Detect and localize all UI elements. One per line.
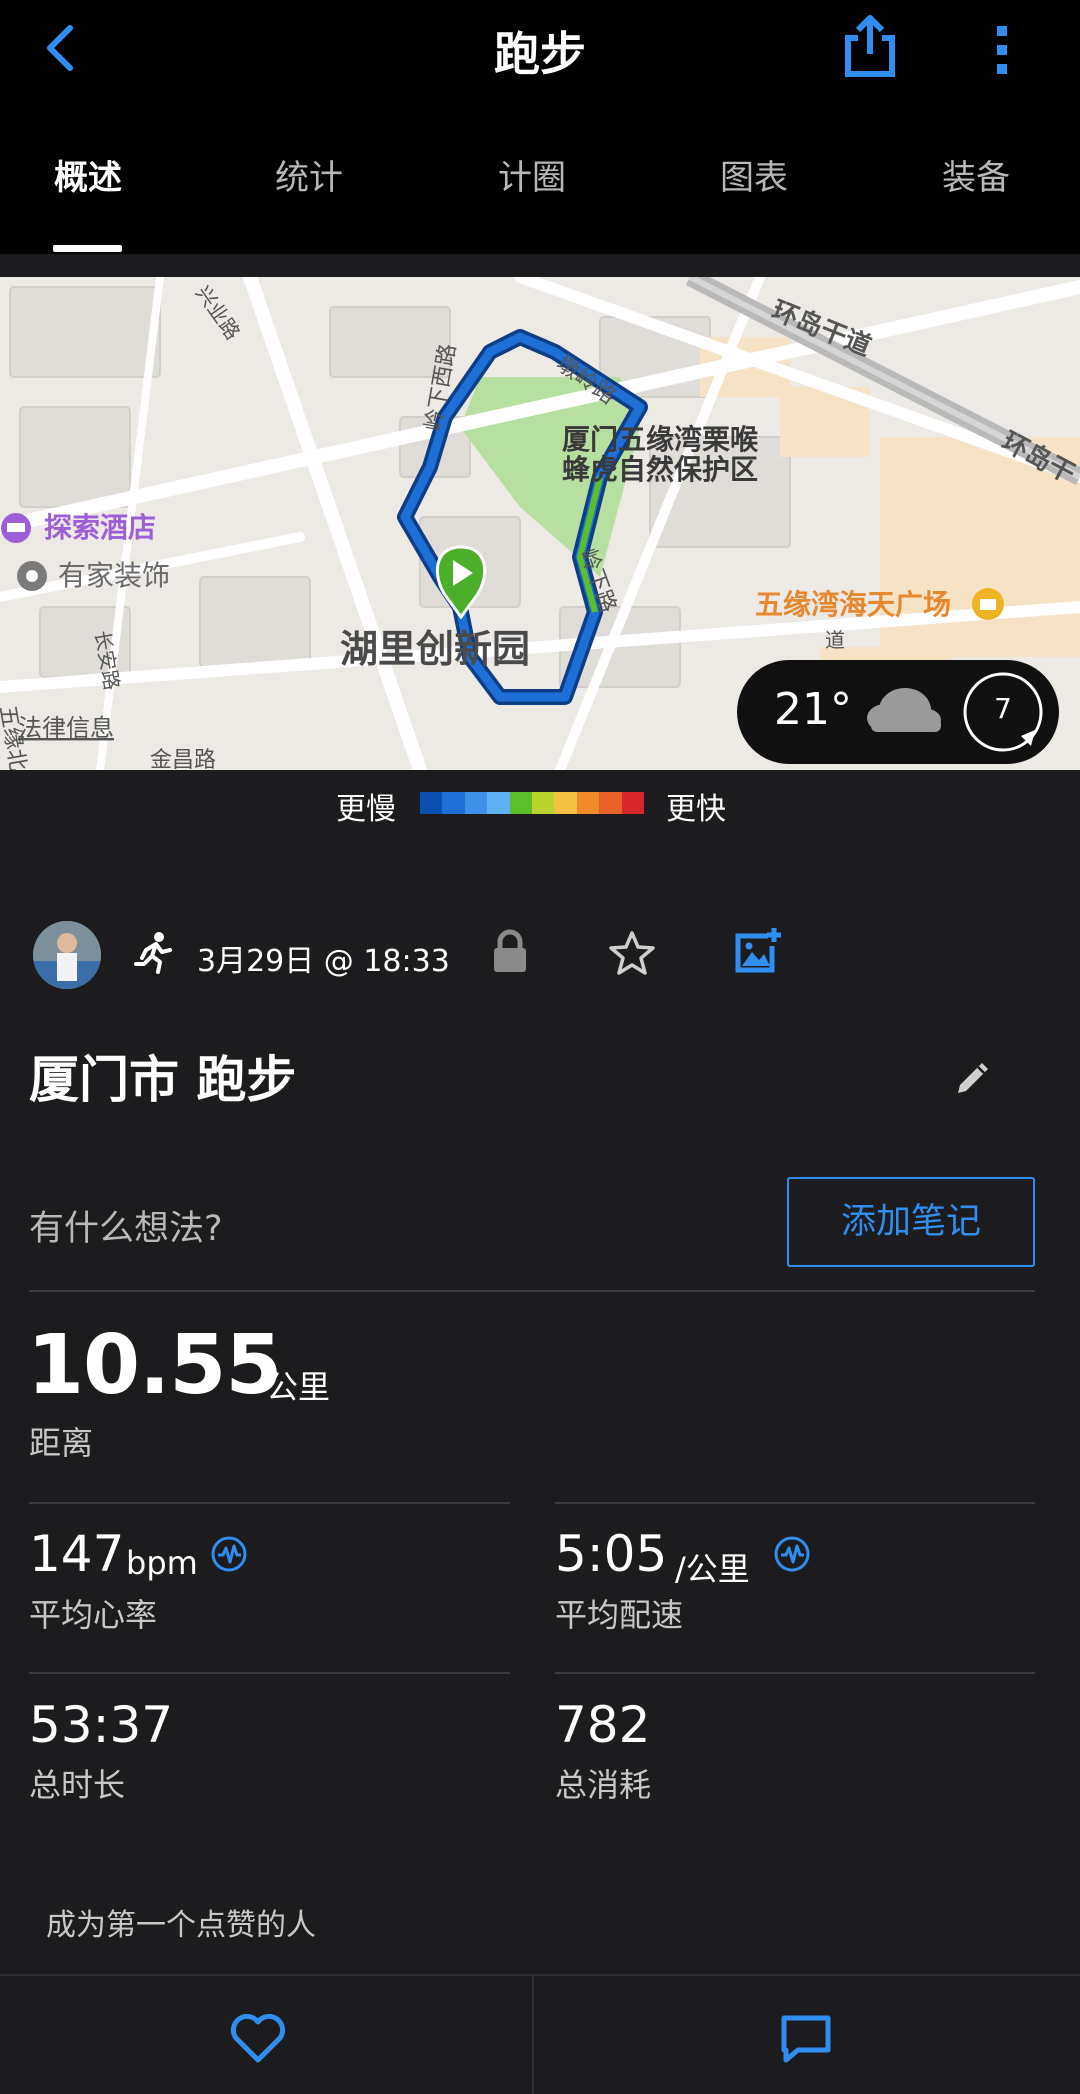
map-label-start: 湖里创新园 — [340, 627, 530, 671]
calories-value: 782 — [555, 1696, 651, 1754]
legend-swatch — [420, 792, 443, 814]
duration-value: 53:37 — [29, 1696, 174, 1754]
heart-rate-pulse-icon[interactable] — [210, 1535, 248, 1573]
add-note-button[interactable]: 添加笔记 — [787, 1177, 1035, 1267]
pace-color-legend — [420, 792, 645, 814]
app-header: 跑步 概述 统计 计圈 图表 装备 — [0, 0, 1080, 254]
tab-charts[interactable]: 图表 — [694, 150, 814, 199]
map-label-hotel: 探索酒店 — [44, 511, 156, 544]
divider — [29, 1672, 510, 1674]
lock-icon[interactable] — [490, 928, 530, 974]
cloud-icon — [867, 688, 941, 732]
divider — [555, 1502, 1035, 1504]
active-tab-indicator — [53, 245, 122, 252]
activity-title: 厦门市 跑步 — [29, 1051, 297, 1109]
legend-fast-label: 更快 — [666, 792, 726, 827]
pace-value: 5:05 — [555, 1525, 668, 1583]
legend-swatch — [599, 792, 622, 814]
map-legal-link[interactable]: 法律信息 — [18, 714, 114, 742]
edit-pencil-icon[interactable] — [952, 1055, 996, 1099]
like-heart-icon[interactable] — [230, 2014, 286, 2064]
more-options-icon[interactable] — [978, 20, 1028, 80]
like-prompt: 成为第一个点赞的人 — [46, 1908, 316, 1943]
legend-slow-label: 更慢 — [336, 792, 396, 827]
legend-swatch — [576, 792, 600, 814]
legend-swatch — [487, 792, 510, 814]
comment-icon[interactable] — [778, 2012, 834, 2066]
distance-value: 10.55 — [27, 1318, 282, 1413]
legend-swatch — [442, 792, 465, 814]
map-label-park: 厦门五缘湾栗喉 — [562, 423, 759, 456]
divider — [555, 1672, 1035, 1674]
pace-pulse-icon[interactable] — [773, 1535, 811, 1573]
tab-overview[interactable]: 概述 — [28, 150, 148, 199]
thoughts-prompt[interactable]: 有什么想法? — [29, 1200, 223, 1251]
divider — [29, 1290, 1035, 1292]
pace-unit: /公里 — [675, 1550, 750, 1588]
map-label-mall: 五缘湾海天广场 — [755, 588, 951, 621]
distance-unit: 公里 — [266, 1368, 331, 1406]
legend-swatch — [509, 792, 533, 814]
activity-datetime: 3月29日 @ 18:33 — [197, 944, 450, 979]
tab-gear[interactable]: 装备 — [916, 150, 1036, 199]
legend-swatch — [532, 792, 555, 814]
heart-rate-unit: bpm — [126, 1544, 198, 1582]
duration-label: 总时长 — [29, 1766, 126, 1804]
tab-bar: 概述 统计 计圈 图表 装备 — [0, 150, 1080, 210]
map-label-decor: 有家装饰 — [58, 559, 170, 592]
distance-label: 距离 — [29, 1424, 94, 1462]
heart-rate-label: 平均心率 — [29, 1596, 158, 1634]
wind-speed: 7 — [994, 692, 1012, 725]
bottom-action-bar — [0, 1974, 1080, 2094]
star-icon[interactable] — [608, 930, 656, 976]
divider — [29, 1502, 510, 1504]
weather-badge: 21° 7 — [737, 660, 1059, 764]
tab-stats[interactable]: 统计 — [249, 150, 369, 199]
calories-label: 总消耗 — [555, 1766, 652, 1804]
map-label-road-8: 道 — [825, 628, 845, 652]
running-icon — [134, 932, 172, 974]
legend-swatch — [554, 792, 577, 814]
map-label-road-5: 金昌路 — [150, 748, 216, 770]
page-title: 跑步 — [494, 27, 586, 81]
bottom-bar-divider — [532, 1976, 534, 2094]
weather-temperature: 21° — [774, 684, 852, 735]
map-label-park-2: 蜂虎自然保护区 — [562, 453, 758, 486]
heart-rate-value: 147 — [29, 1525, 125, 1583]
share-icon[interactable] — [840, 14, 900, 78]
legend-swatch — [464, 792, 488, 814]
tab-laps[interactable]: 计圈 — [472, 150, 592, 199]
add-photo-icon[interactable] — [732, 926, 782, 976]
legend-swatch — [621, 792, 645, 814]
avatar[interactable] — [33, 921, 101, 989]
pace-label: 平均配速 — [555, 1596, 684, 1634]
